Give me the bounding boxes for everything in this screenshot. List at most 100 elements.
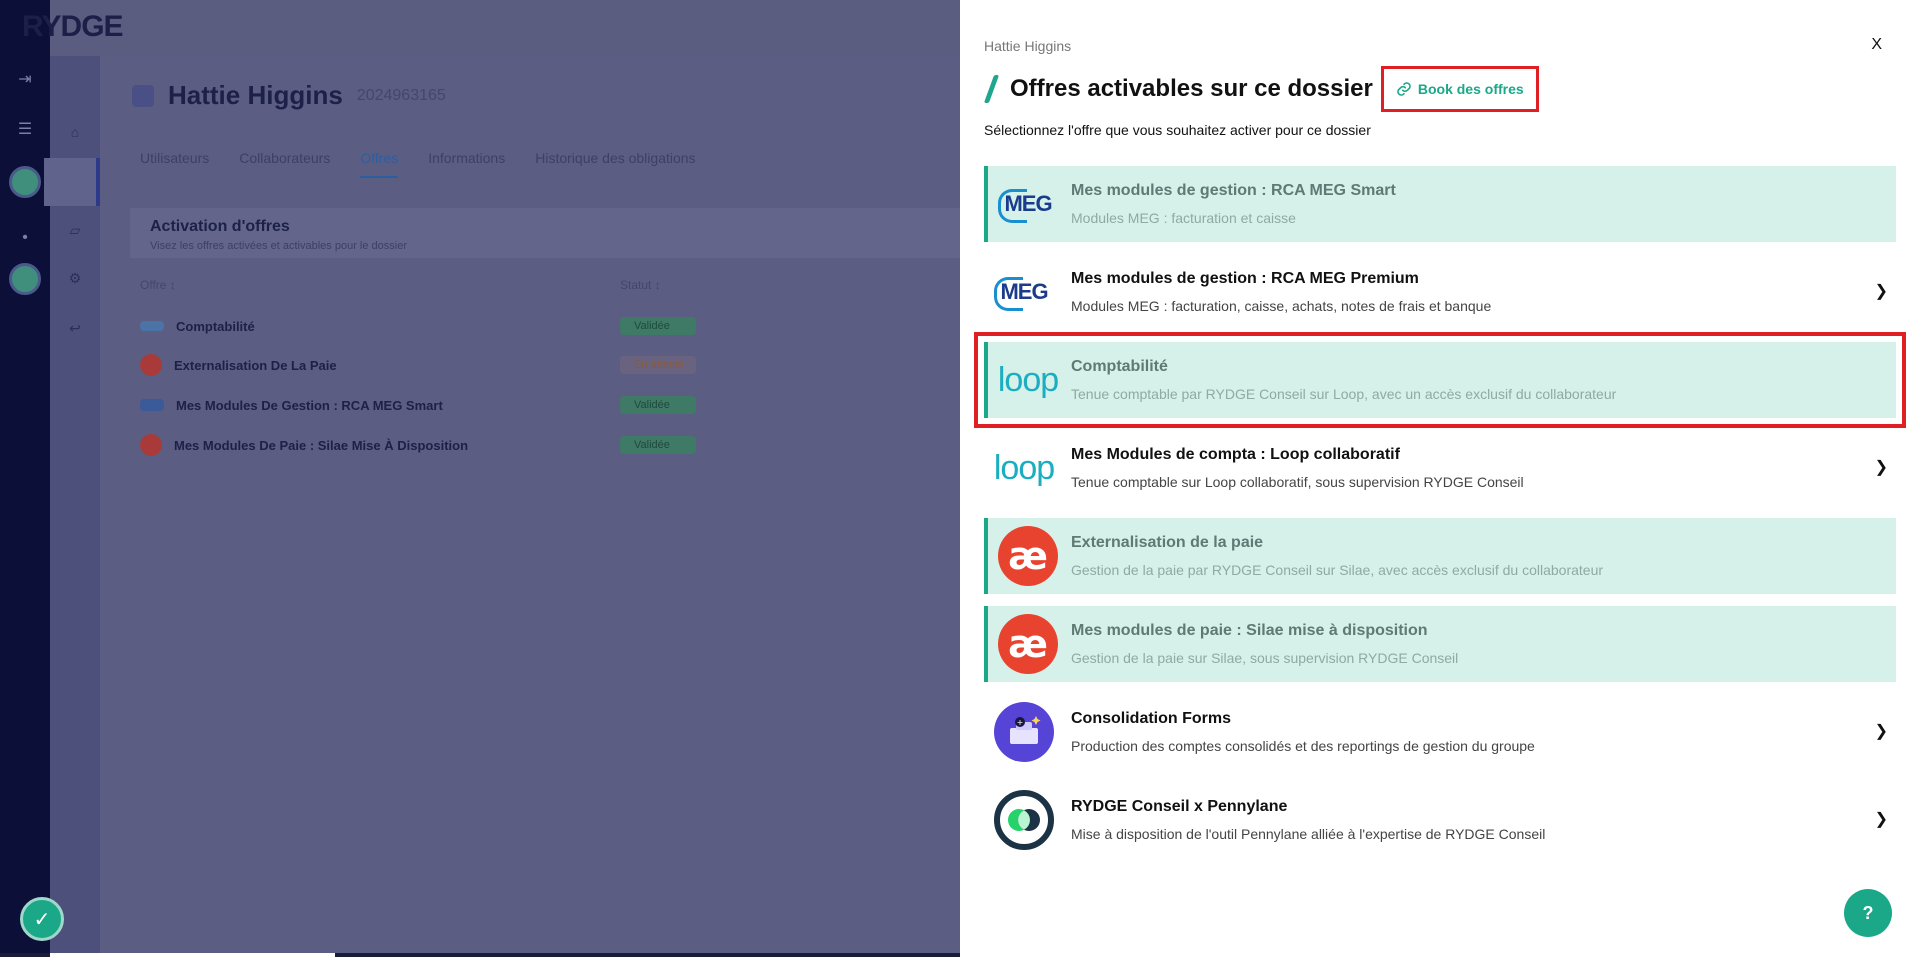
silae-icon (140, 354, 162, 376)
card-title: Activation d'offres (150, 218, 290, 235)
meg-logo: MEG (994, 262, 1054, 322)
offer-comptabilite[interactable]: loop Comptabilité Tenue comptable par RY… (974, 332, 1906, 428)
status-badge: Validée (620, 317, 696, 335)
panel-title: Offres activables sur ce dossier (1010, 75, 1373, 102)
client-code: 2024963165 (356, 86, 446, 104)
tab-offres[interactable]: Offres (360, 150, 399, 178)
avatar[interactable] (9, 263, 41, 295)
panel-subtitle: Sélectionnez l'offre que vous souhaitez … (984, 122, 1371, 138)
offer-title: Mes modules de paie : Silae mise à dispo… (1071, 622, 1428, 639)
app-rail: ⇥ ☰ • (0, 0, 50, 957)
chevron-right-icon[interactable]: ❯ (1875, 281, 1888, 301)
silae-logo: æ (998, 614, 1058, 674)
offer-silae-mise-a-disposition[interactable]: æ Mes modules de paie : Silae mise à dis… (984, 606, 1896, 682)
chevron-right-icon[interactable]: ❯ (1875, 809, 1888, 829)
col-offer-header[interactable]: Offre ↕ (140, 278, 176, 292)
link-icon (1397, 82, 1411, 96)
checklist-button[interactable]: ✓ (20, 897, 64, 941)
tab-historique[interactable]: Historique des obligations (535, 150, 695, 178)
consolidation-forms-glyph: + (1010, 716, 1041, 744)
meg-logo: MEG (998, 174, 1058, 234)
offer-title: Mes Modules de compta : Loop collaborati… (1071, 446, 1400, 463)
row-label: Comptabilité (176, 318, 255, 334)
col-status-header[interactable]: Statut ↕ (620, 278, 661, 292)
offer-title: Mes modules de gestion : RCA MEG Premium (1071, 270, 1419, 287)
offer-description: Mise à disposition de l'outil Pennylane … (1071, 826, 1546, 842)
offer-pennylane[interactable]: RYDGE Conseil x Pennylane Mise à disposi… (984, 782, 1896, 858)
offer-description: Production des comptes consolidés et des… (1071, 738, 1535, 754)
offer-title: RYDGE Conseil x Pennylane (1071, 798, 1288, 815)
tabs: Utilisateurs Collaborateurs Offres Infor… (140, 150, 696, 178)
meg-logo-text: MEG (998, 189, 1053, 223)
bottom-bar (0, 953, 960, 957)
close-button[interactable]: X (1871, 36, 1882, 54)
status-badge: En attente (620, 356, 696, 374)
table-row[interactable]: Externalisation De La Paie (140, 353, 337, 377)
table-row[interactable]: Mes Modules De Gestion : RCA MEG Smart (140, 393, 443, 417)
consolidation-forms-icon: + (994, 702, 1054, 762)
silae-icon (140, 434, 162, 456)
offer-rca-meg-smart[interactable]: MEG Mes modules de gestion : RCA MEG Sma… (984, 166, 1896, 242)
dot-icon: • (22, 229, 28, 246)
logout-icon[interactable]: ↩ (66, 320, 84, 338)
book-des-offres-link[interactable]: Book des offres (1380, 66, 1539, 112)
offer-title: Consolidation Forms (1071, 710, 1231, 727)
page-header: Hattie Higgins 2024963165 (132, 80, 446, 111)
offer-externalisation-paie[interactable]: æ Externalisation de la paie Gestion de … (984, 518, 1896, 594)
pennylane-icon (994, 790, 1054, 850)
chevron-right-icon[interactable]: ❯ (1875, 457, 1888, 477)
offer-title: Externalisation de la paie (1071, 534, 1264, 551)
svg-text:+: + (1017, 718, 1024, 727)
settings-icon[interactable]: ⚙ (66, 270, 84, 288)
row-label: Externalisation De La Paie (174, 357, 337, 373)
offer-title: Mes modules de gestion : RCA MEG Smart (1071, 182, 1396, 199)
offer-rca-meg-premium[interactable]: MEG Mes modules de gestion : RCA MEG Pre… (984, 254, 1896, 330)
row-label: Mes Modules De Gestion : RCA MEG Smart (176, 397, 443, 413)
silae-logo: æ (998, 526, 1058, 586)
offer-description: Modules MEG : facturation et caisse (1071, 210, 1296, 226)
loop-logo-text: loop (993, 448, 1055, 487)
offers-panel: Hattie Higgins X Offres activables sur c… (960, 0, 1912, 957)
loop-logo-text: loop (997, 360, 1059, 399)
list-icon[interactable]: ☰ (15, 120, 35, 140)
book-des-offres-label: Book des offres (1417, 81, 1524, 97)
tab-collaborateurs[interactable]: Collaborateurs (239, 150, 330, 178)
tab-informations[interactable]: Informations (428, 150, 505, 178)
help-button[interactable]: ? (1844, 889, 1892, 937)
silae-logo-mark: æ (998, 614, 1058, 674)
consolidation-forms-logo: + (994, 702, 1054, 762)
offer-description: Gestion de la paie par RYDGE Conseil sur… (1071, 562, 1604, 578)
tab-utilisateurs[interactable]: Utilisateurs (140, 150, 209, 178)
offer-consolidation-forms[interactable]: + Consolidation Forms Production des com… (984, 694, 1896, 770)
main-area (100, 56, 960, 957)
slash-icon (984, 75, 998, 103)
chevron-right-icon[interactable]: ❯ (1875, 721, 1888, 741)
meg-logo-text: MEG (994, 277, 1049, 311)
pennylane-glyph (1008, 809, 1040, 831)
table-row[interactable]: Mes Modules De Paie : Silae Mise À Dispo… (140, 433, 468, 457)
meg-icon (140, 399, 164, 411)
offer-description: Modules MEG : facturation, caisse, achat… (1071, 298, 1492, 314)
scroll-indicator[interactable] (50, 953, 335, 957)
offer-title: Comptabilité (1071, 358, 1168, 375)
table-row[interactable]: Comptabilité (140, 314, 255, 338)
status-badge: Validée (620, 396, 696, 414)
card-subtitle: Visez les offres activées et activables … (150, 240, 408, 252)
activation-card: Activation d'offres Visez les offres act… (130, 208, 960, 258)
client-name: Hattie Higgins (168, 80, 343, 110)
folder-icon[interactable]: ▱ (66, 222, 84, 240)
loop-logo: loop (997, 350, 1059, 410)
panel-user-name: Hattie Higgins (984, 38, 1072, 54)
status-badge: Validée (620, 436, 696, 454)
silae-logo-mark: æ (998, 526, 1058, 586)
loop-logo: loop (993, 438, 1055, 498)
loop-icon (140, 321, 164, 331)
home-icon[interactable]: ⌂ (66, 124, 84, 142)
pennylane-logo (994, 790, 1054, 850)
avatar[interactable] (9, 166, 41, 198)
offer-description: Tenue comptable par RYDGE Conseil sur Lo… (1071, 386, 1617, 402)
offer-loop-collaboratif[interactable]: loop Mes Modules de compta : Loop collab… (984, 430, 1896, 506)
offer-description: Tenue comptable sur Loop collaboratif, s… (1071, 474, 1524, 490)
offer-description: Gestion de la paie sur Silae, sous super… (1071, 650, 1459, 666)
expand-icon[interactable]: ⇥ (15, 70, 35, 90)
